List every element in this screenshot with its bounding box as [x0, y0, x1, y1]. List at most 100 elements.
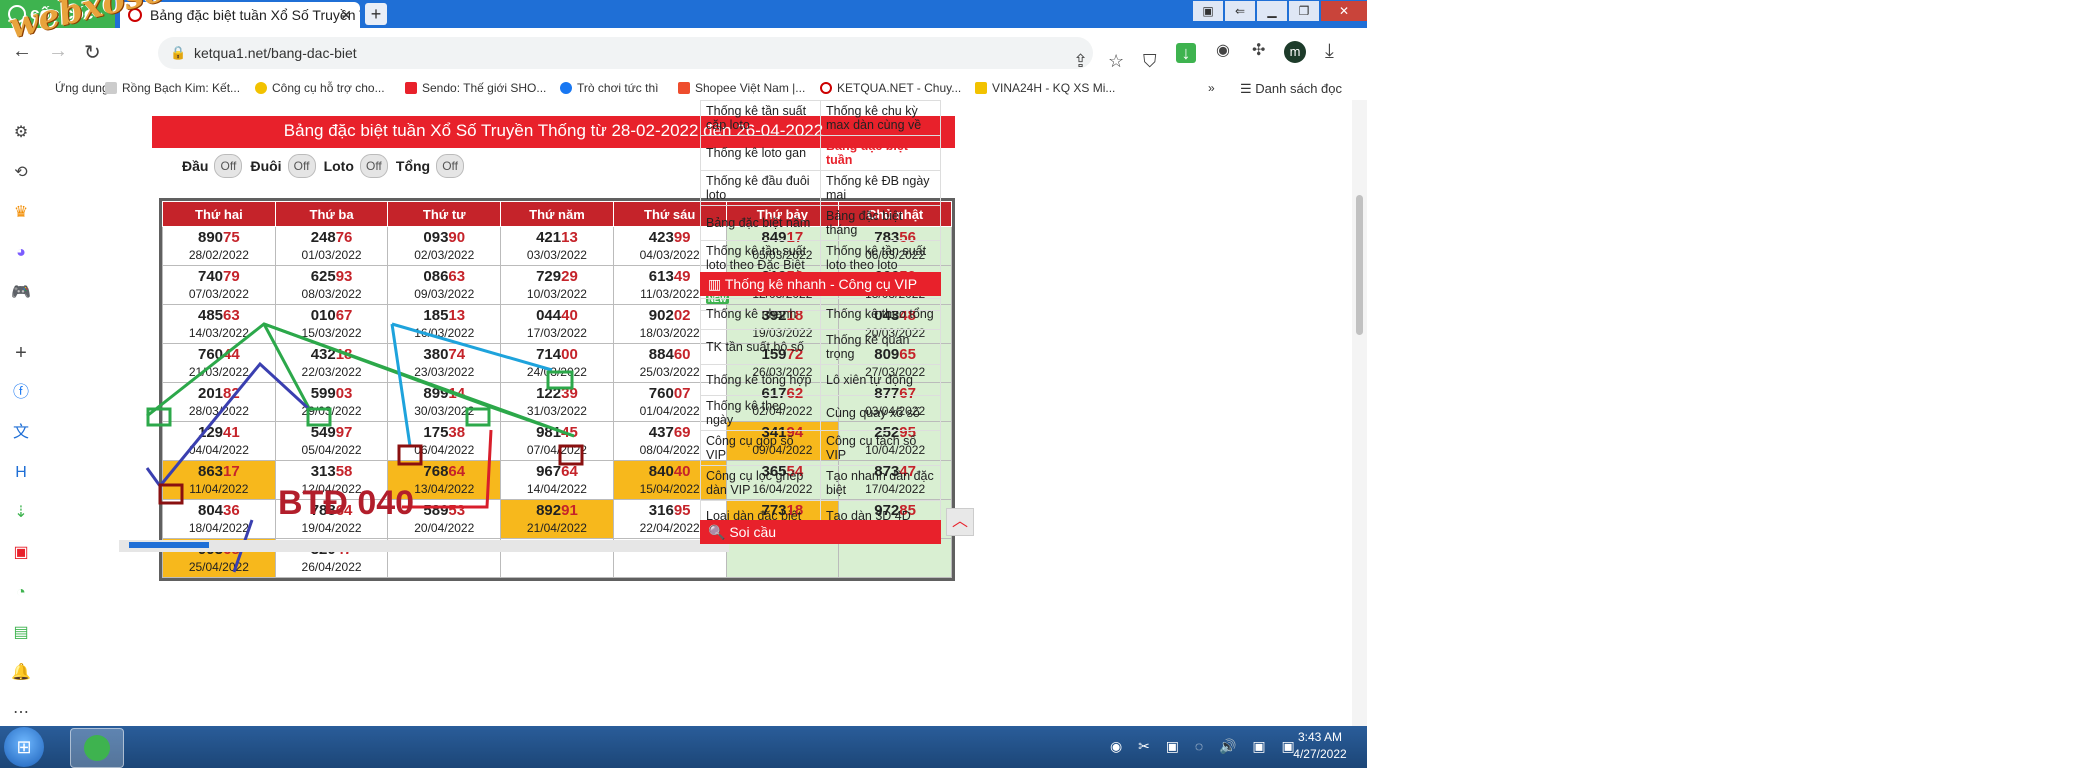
side-link[interactable]: Bảng đặc biệt tuần — [820, 135, 941, 171]
downloads-icon[interactable]: ⤓ — [1325, 40, 1334, 63]
start-button[interactable]: ⊞ — [4, 727, 44, 767]
vip-link[interactable]: TK tần suất bộ số — [700, 329, 821, 365]
address-url: ketqua1.net/bang-dac-biet — [194, 45, 357, 61]
filter-label-duoi: Đuôi — [250, 158, 282, 174]
result-head-digits: 760 — [197, 346, 224, 363]
sendo-favicon-icon — [405, 82, 417, 94]
crown-icon[interactable]: ♛ — [11, 203, 31, 223]
side-link[interactable]: Thống kê tần suất loto theo loto — [820, 240, 941, 276]
new-tab-button[interactable]: + — [365, 3, 387, 25]
sheet-icon[interactable]: ▤ — [11, 623, 31, 643]
reload-icon[interactable]: ↻ — [84, 40, 101, 65]
taskbar-clock[interactable]: 3:43 AM 4/27/2022 — [1290, 729, 1350, 763]
h-app-icon[interactable]: H — [11, 463, 31, 483]
vip-link[interactable]: Thống kê tổng hợp — [700, 364, 821, 396]
result-tail-digits: 75 — [223, 229, 240, 246]
side-link[interactable]: Thống kê ĐB ngày mai — [820, 170, 941, 206]
more-bookmarks-icon[interactable]: » — [1208, 81, 1215, 95]
page-scrollbar[interactable] — [1352, 100, 1367, 726]
share-icon[interactable]: ⇪ — [1073, 45, 1088, 77]
bookmark-facebook-games[interactable]: Trò chơi tức thì — [560, 81, 658, 95]
scroll-to-top-button[interactable]: ︿ — [946, 508, 974, 536]
result-date: 21/03/2022 — [188, 365, 249, 379]
toggle-tong[interactable]: Off — [436, 154, 465, 178]
scroll-thumb[interactable] — [1356, 195, 1363, 335]
bookmark-apps[interactable]: Ứng dụng — [55, 81, 109, 95]
taskbar-coccoc-app[interactable] — [70, 728, 124, 768]
add-panel-icon[interactable]: + — [11, 343, 31, 363]
toggle-duoi[interactable]: Off — [287, 154, 316, 178]
vip-link[interactable]: Công cụ gộp số VIP — [700, 430, 821, 466]
extensions-puzzle-icon[interactable]: ✣ — [1252, 40, 1265, 60]
side-link-row: Thống kê loto gan Bảng đặc biệt tuần — [700, 135, 941, 171]
bookmark-vina24h[interactable]: VINA24H - KQ XS Mi... — [975, 81, 1115, 95]
bookmark-sendo[interactable]: Sendo: Thế giới SHO... — [405, 81, 546, 95]
bell-icon[interactable]: 🔔 — [11, 663, 31, 683]
result-head-digits: 549 — [310, 424, 336, 441]
messenger-icon[interactable]: ◕ — [11, 243, 31, 263]
side-link[interactable]: Thống kê chu kỳ max dàn cùng về — [820, 100, 941, 136]
vip-link[interactable]: Thống kê theo ngày — [700, 395, 821, 431]
tab-close-icon[interactable]: ✕ — [340, 2, 352, 28]
system-tray-icons[interactable]: ◉ ✂ ▣ ◌ 🔊 ▣ ▣ — [1110, 738, 1301, 755]
bookmark-cong-cu[interactable]: Công cụ hỗ trợ cho... — [255, 81, 385, 95]
back-arrow-icon[interactable]: ⇐ — [1225, 1, 1255, 21]
download-arrow-icon[interactable]: ⇣ — [11, 503, 31, 523]
filter-label-dau: Đầu — [182, 158, 209, 174]
translate-icon[interactable]: 文 — [11, 423, 31, 443]
shop-bag-icon[interactable]: ▣ — [11, 543, 31, 563]
settings-gear-icon[interactable]: ⚙ — [11, 123, 31, 143]
result-head-digits: 760 — [648, 385, 674, 402]
side-link[interactable]: Bảng đặc biệt tháng — [820, 205, 941, 241]
vip-link-row: Công cụ lọc ghép dàn VIP Tạo nhanh dàn đặ… — [700, 465, 941, 501]
shield-icon[interactable]: ⛉ — [1143, 45, 1157, 77]
toggle-loto[interactable]: Off — [359, 154, 388, 178]
chat-icon[interactable]: ◔ — [11, 583, 31, 603]
bookmark-star-icon[interactable]: ☆ — [1108, 45, 1124, 77]
minimize-icon[interactable]: ▁ — [1257, 1, 1287, 21]
result-cell: 42113 03/03/2022 — [500, 226, 614, 266]
strip-tab[interactable] — [129, 542, 209, 548]
tool-favicon-icon — [255, 82, 267, 94]
coccoc-extension-icon[interactable]: ◉ — [1216, 40, 1230, 60]
vip-link[interactable]: Thống kê theo tổng — [820, 298, 941, 330]
bookmark-rong-bach-kim[interactable]: Rồng Bạch Kim: Kết... — [105, 81, 240, 95]
result-cell: 89291 21/04/2022 — [500, 499, 614, 539]
side-link[interactable]: Thống kê loto gan — [700, 135, 821, 171]
result-date: 01/03/2022 — [301, 248, 362, 262]
toggle-dau[interactable]: Off — [214, 154, 243, 178]
screenshot-icon[interactable]: ▣ — [1193, 1, 1223, 21]
game-controller-icon[interactable]: 🎮 — [11, 283, 31, 303]
facebook-icon[interactable]: ⓕ — [11, 383, 31, 403]
filter-toggles: Đầu Off Đuôi Off Loto Off Tổng Off — [182, 154, 472, 178]
result-tail-digits: 02 — [673, 307, 691, 324]
vip-link[interactable]: Cùng quay xổ số — [820, 395, 941, 431]
forward-icon[interactable]: → — [48, 40, 68, 63]
bookmark-ketqua[interactable]: KETQUA.NET - Chuy... — [820, 81, 961, 95]
bookmark-shopee[interactable]: Shopee Việt Nam |... — [678, 81, 805, 95]
vip-link[interactable]: Lô xiên tự động — [820, 364, 941, 396]
vip-link[interactable]: Tạo nhanh dàn đặc biệt — [820, 465, 941, 501]
result-date: 30/03/2022 — [414, 404, 475, 418]
history-icon[interactable]: ⟲ — [11, 163, 31, 183]
side-link[interactable]: Bảng đặc biệt năm — [700, 205, 821, 241]
result-cell: 76044 21/03/2022 — [162, 343, 276, 383]
result-tail-digits: 40 — [673, 463, 691, 480]
close-window-icon[interactable]: ✕ — [1321, 1, 1367, 21]
result-head-digits: 437 — [648, 424, 674, 441]
side-link[interactable]: Thống kê tần suất cặp loto — [700, 100, 821, 136]
vip-link[interactable]: Công cụ tách số VIP — [820, 430, 941, 466]
address-bar[interactable]: 🔒 ketqua1.net/bang-dac-biet ⇪ ☆ ⛉ ↓ — [158, 37, 1196, 71]
result-cell — [838, 538, 952, 578]
vip-link[interactable]: Thống kê nhanh — [700, 298, 821, 330]
vip-link[interactable]: Công cụ lọc ghép dàn VIP — [700, 465, 821, 501]
more-icon[interactable]: ⋯ — [11, 703, 31, 723]
weekday-header: Thứ năm — [500, 201, 614, 227]
side-link[interactable]: Thống kê đầu đuôi loto — [700, 170, 821, 206]
maximize-icon[interactable]: ❐ — [1289, 1, 1319, 21]
reading-list-button[interactable]: ☰ Danh sách đọc — [1240, 81, 1342, 97]
download-green-icon[interactable]: ↓ — [1176, 43, 1196, 63]
profile-avatar[interactable]: m — [1284, 41, 1306, 63]
vip-link[interactable]: Thống kê quan trọng — [820, 329, 941, 365]
side-link[interactable]: Thống kê tần suất loto theo Đặc Biệt — [700, 240, 821, 276]
